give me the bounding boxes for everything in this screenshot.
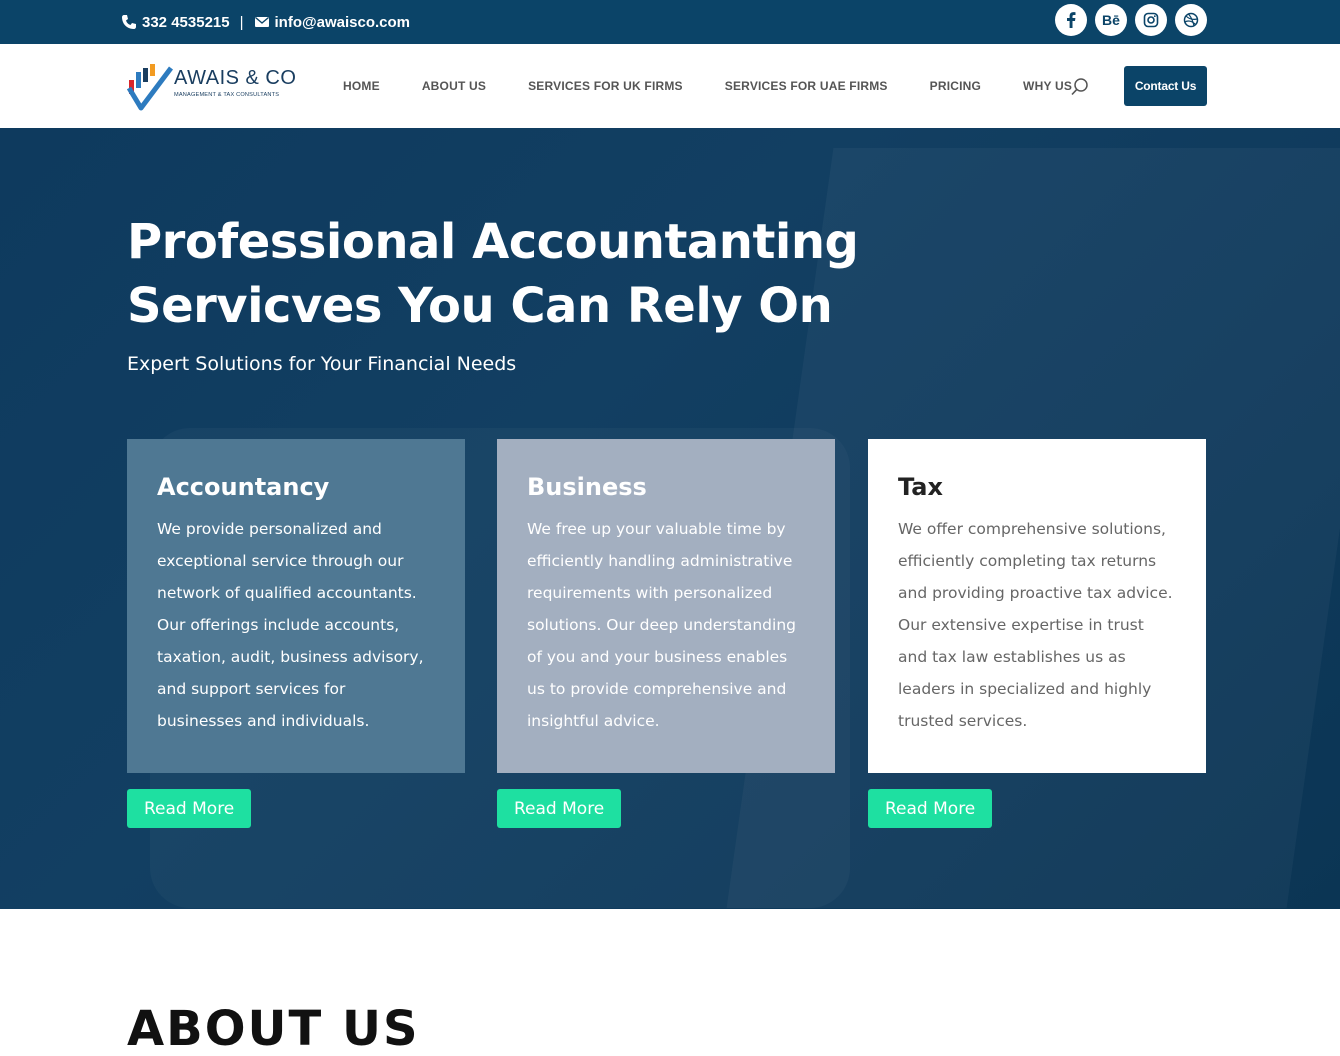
separator: | bbox=[239, 13, 244, 31]
menu: HOME ABOUT US SERVICES FOR UK FIRMS SERV… bbox=[343, 44, 1114, 128]
hero-title: Professional Accountanting Servicves You… bbox=[127, 210, 887, 338]
behance-icon[interactable]: Bē bbox=[1095, 4, 1127, 36]
email-address[interactable]: info@awaisco.com bbox=[275, 14, 411, 31]
read-more-accountancy-button[interactable]: Read More bbox=[127, 789, 252, 828]
menu-item-about-us[interactable]: ABOUT US bbox=[422, 79, 486, 93]
logo-tagline: MANAGEMENT & TAX CONSULTANTS bbox=[174, 92, 280, 98]
hero-section: Professional Accountanting Servicves You… bbox=[0, 128, 1340, 909]
phone-icon bbox=[121, 14, 137, 30]
logo-mark-icon bbox=[127, 64, 173, 111]
social-links: Bē bbox=[1055, 4, 1207, 36]
instagram-icon[interactable] bbox=[1135, 4, 1167, 36]
contact-info: 332 4535215 | info@awaisco.com bbox=[121, 0, 410, 44]
card-body: We free up your valuable time by efficie… bbox=[527, 520, 796, 730]
card-title: Accountancy bbox=[157, 473, 330, 501]
read-more-business-button[interactable]: Read More bbox=[497, 789, 622, 828]
card-title: Business bbox=[527, 473, 647, 501]
behance-icon-label: Bē bbox=[1102, 12, 1120, 28]
logo-name: AWAIS & CO bbox=[174, 67, 297, 89]
hero-title-line-1: Professional Accountanting bbox=[127, 214, 859, 270]
menu-item-services-uae[interactable]: SERVICES FOR UAE FIRMS bbox=[725, 79, 888, 93]
about-heading: ABOUT US bbox=[127, 1001, 420, 1056]
read-more-tax-button[interactable]: Read More bbox=[868, 789, 993, 828]
top-bar: 332 4535215 | info@awaisco.com Bē bbox=[0, 0, 1340, 44]
main-navigation: AWAIS & CO MANAGEMENT & TAX CONSULTANTS … bbox=[0, 44, 1340, 128]
hero-title-line-2: Servicves You Can Rely On bbox=[127, 278, 833, 334]
dribbble-icon[interactable] bbox=[1175, 4, 1207, 36]
search-icon[interactable] bbox=[1070, 77, 1090, 97]
about-section: ABOUT US bbox=[0, 909, 1340, 1056]
phone-number[interactable]: 332 4535215 bbox=[142, 14, 230, 31]
company-logo[interactable]: AWAIS & CO MANAGEMENT & TAX CONSULTANTS bbox=[127, 62, 297, 112]
card-title: Tax bbox=[898, 473, 943, 501]
card-body: We offer comprehensive solutions, effici… bbox=[898, 520, 1173, 730]
menu-item-why-us[interactable]: WHY US bbox=[1023, 79, 1072, 93]
menu-item-services-uk[interactable]: SERVICES FOR UK FIRMS bbox=[528, 79, 683, 93]
facebook-icon[interactable] bbox=[1055, 4, 1087, 36]
menu-item-home[interactable]: HOME bbox=[343, 79, 380, 93]
card-body: We provide personalized and exceptional … bbox=[157, 520, 424, 730]
service-card-tax: Tax We offer comprehensive solutions, ef… bbox=[868, 439, 1206, 773]
service-card-accountancy: Accountancy We provide personalized and … bbox=[127, 439, 465, 773]
hero-subtitle: Expert Solutions for Your Financial Need… bbox=[127, 353, 517, 375]
service-card-business: Business We free up your valuable time b… bbox=[497, 439, 835, 773]
menu-item-pricing[interactable]: PRICING bbox=[930, 79, 981, 93]
contact-us-button[interactable]: Contact Us bbox=[1124, 66, 1207, 106]
email-icon bbox=[254, 14, 270, 30]
